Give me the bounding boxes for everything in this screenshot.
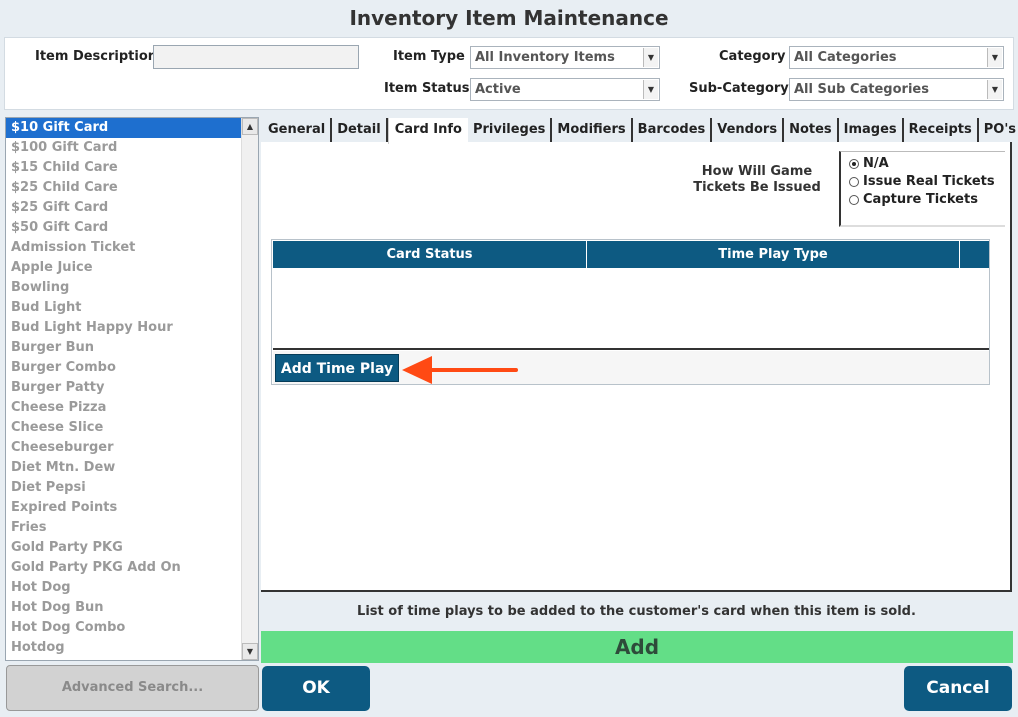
game-tickets-label-line2: Tickets Be Issued [693, 180, 821, 195]
hint-text: List of time plays to be added to the cu… [357, 604, 916, 619]
advanced-search-button[interactable]: Advanced Search... [6, 665, 259, 711]
tab-barcodes[interactable]: Barcodes [633, 118, 713, 142]
cancel-button[interactable]: Cancel [904, 666, 1012, 711]
radio-option-label: N/A [863, 156, 889, 171]
list-item[interactable]: Hotdog [6, 638, 258, 658]
category-value: All Categories [794, 50, 897, 65]
item-list[interactable]: $10 Gift Card $100 Gift Card $15 Child Car… [5, 117, 259, 661]
list-item[interactable]: Burger Combo [6, 358, 258, 378]
list-item[interactable]: $25 Gift Card [6, 198, 258, 218]
list-item[interactable]: Admission Ticket [6, 238, 258, 258]
list-item[interactable]: Diet Pepsi [6, 478, 258, 498]
tab-modifiers[interactable]: Modifiers [552, 118, 633, 142]
chevron-down-icon[interactable]: ▼ [643, 80, 658, 99]
radio-option-label: Issue Real Tickets [863, 174, 995, 189]
list-item[interactable]: Bud Light Happy Hour [6, 318, 258, 338]
list-item[interactable]: Cheese Pizza [6, 398, 258, 418]
radio-button-icon[interactable] [849, 159, 859, 169]
list-item[interactable]: Hot Dog [6, 578, 258, 598]
item-status-value: Active [475, 82, 521, 97]
item-status-select[interactable]: Active ▼ [470, 78, 660, 101]
tab-vendors[interactable]: Vendors [712, 118, 785, 142]
tab-po-s[interactable]: PO's [979, 118, 1018, 142]
list-item[interactable]: $100 Gift Card [6, 138, 258, 158]
list-item[interactable]: Fries [6, 518, 258, 538]
grid-header: Card Status Time Play Type [273, 241, 989, 268]
item-status-label: Item Status [384, 81, 470, 96]
tab-bar: General Detail Card Info Privileges Modifier… [263, 118, 1018, 144]
list-item[interactable]: Expired Points [6, 498, 258, 518]
item-description-label: Item Description [35, 49, 158, 64]
grid-footer: Add Time Play [273, 351, 989, 384]
chevron-down-icon[interactable]: ▼ [643, 48, 658, 67]
list-item[interactable]: Cheeseburger [6, 438, 258, 458]
add-button[interactable]: Add [261, 631, 1013, 663]
subcategory-value: All Sub Categories [794, 82, 929, 97]
chevron-down-icon[interactable]: ▼ [987, 48, 1002, 67]
list-item[interactable]: Hot Dog Combo [6, 618, 258, 638]
tab-receipts[interactable]: Receipts [904, 118, 979, 142]
tab-detail[interactable]: Detail [332, 118, 388, 142]
grid-body[interactable] [273, 268, 989, 350]
item-type-label: Item Type [393, 49, 465, 64]
radio-button-icon[interactable] [849, 195, 859, 205]
item-type-select[interactable]: All Inventory Items ▼ [470, 46, 660, 69]
game-tickets-radio-group: N/A Issue Real Tickets Capture Tickets [839, 151, 1005, 227]
list-item[interactable]: $10 Gift Card [6, 118, 241, 138]
radio-option-label: Capture Tickets [863, 192, 978, 207]
list-item[interactable]: Bowling [6, 278, 258, 298]
list-item[interactable]: Bud Light [6, 298, 258, 318]
annotation-arrow-icon [402, 356, 432, 384]
scroll-down-icon[interactable]: ▼ [242, 643, 258, 660]
item-list-scrollbar[interactable]: ▲ ▼ [241, 118, 258, 660]
radio-button-icon[interactable] [849, 177, 859, 187]
list-item[interactable]: Hot Dog Bun [6, 598, 258, 618]
ok-button[interactable]: OK [262, 666, 370, 711]
list-item[interactable]: Burger Patty [6, 378, 258, 398]
item-type-value: All Inventory Items [475, 50, 615, 65]
column-header-time-play-type[interactable]: Time Play Type [587, 241, 960, 268]
tab-images[interactable]: Images [839, 118, 904, 142]
scroll-up-icon[interactable]: ▲ [242, 118, 258, 135]
category-select[interactable]: All Categories ▼ [789, 46, 1004, 69]
tab-notes[interactable]: Notes [784, 118, 839, 142]
game-tickets-label-line1: How Will Game [701, 164, 813, 179]
item-description-input[interactable] [153, 45, 359, 69]
game-tickets-label: How Will Game Tickets Be Issued [687, 164, 827, 196]
chevron-down-icon[interactable]: ▼ [987, 80, 1002, 99]
tab-general[interactable]: General [263, 118, 333, 142]
time-play-grid: Card Status Time Play Type Add Time Play [271, 239, 990, 385]
item-list-rows: $10 Gift Card $100 Gift Card $15 Child Car… [6, 118, 258, 658]
tab-card-info[interactable]: Card Info [387, 118, 468, 144]
list-item[interactable]: $50 Gift Card [6, 218, 258, 238]
list-item[interactable]: $25 Child Care [6, 178, 258, 198]
radio-option[interactable]: Capture Tickets [849, 191, 1005, 209]
subcategory-select[interactable]: All Sub Categories ▼ [789, 78, 1004, 101]
list-item[interactable]: Gold Party PKG Add On [6, 558, 258, 578]
category-label: Category [719, 49, 786, 64]
list-item[interactable]: Apple Juice [6, 258, 258, 278]
list-item[interactable]: Gold Party PKG [6, 538, 258, 558]
subcategory-label: Sub-Category [689, 81, 789, 96]
window-title: Inventory Item Maintenance [349, 6, 669, 30]
annotation-arrow-shaft [430, 368, 518, 372]
tab-privileges[interactable]: Privileges [468, 118, 553, 142]
list-item[interactable]: Diet Mtn. Dew [6, 458, 258, 478]
column-header-card-status[interactable]: Card Status [273, 241, 587, 268]
radio-option[interactable]: Issue Real Tickets [849, 173, 1005, 191]
add-time-play-button[interactable]: Add Time Play [275, 354, 399, 382]
list-item[interactable]: Cheese Slice [6, 418, 258, 438]
list-item[interactable]: $15 Child Care [6, 158, 258, 178]
radio-option[interactable]: N/A [849, 155, 1005, 173]
column-header-spacer [960, 241, 989, 268]
list-item[interactable]: Burger Bun [6, 338, 258, 358]
filter-panel: Item Description Item Type All Inventory… [4, 37, 1014, 110]
